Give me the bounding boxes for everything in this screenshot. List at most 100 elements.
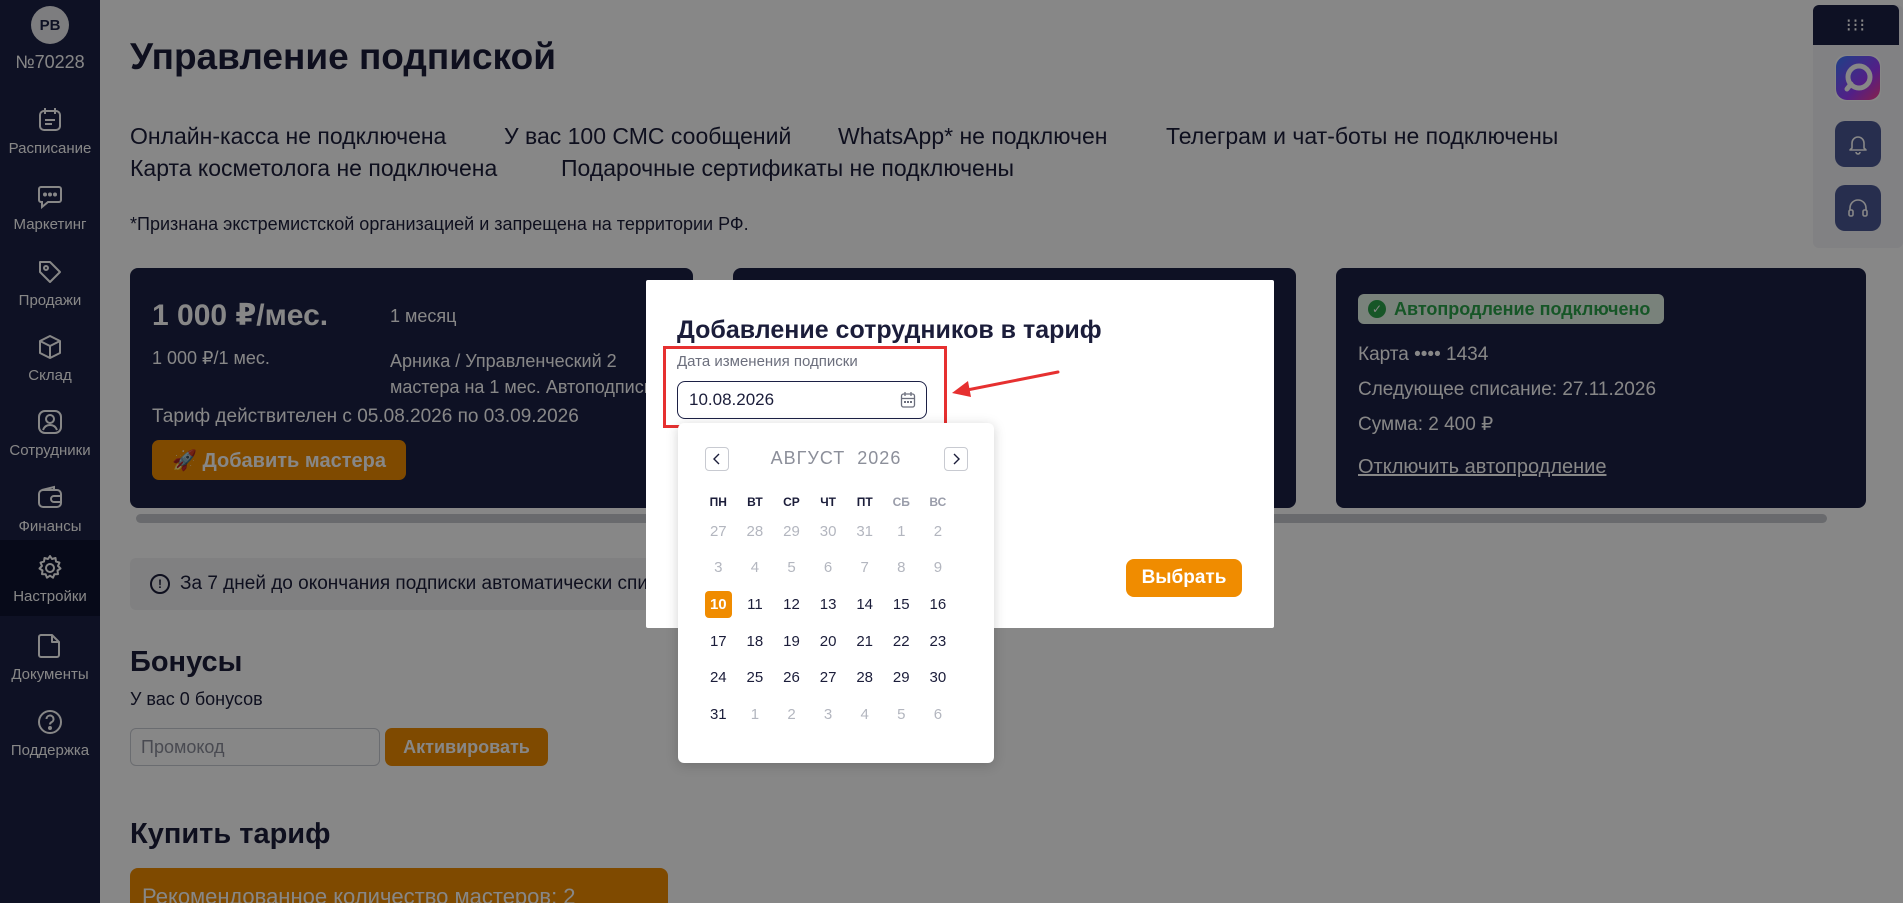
annotation-highlight-box [663,346,947,428]
calendar-day-label: 2 [933,522,943,540]
calendar-year: 2026 [857,448,902,468]
calendar-day-label: 4 [750,559,760,577]
calendar-weekday: ВС [929,495,947,509]
calendar-day-label: 4 [860,705,869,723]
next-month-button[interactable] [944,447,968,471]
calendar-day-label: 5 [787,559,796,577]
calendar-day-selected[interactable]: 10 [700,586,737,623]
calendar-day[interactable]: 30 [810,513,847,550]
calendar-day-label: 8 [897,559,906,577]
calendar-day-label: 30 [929,669,947,687]
calendar-weekday: СБ [892,495,910,509]
calendar-day-label: 30 [819,522,837,540]
calendar-day[interactable]: 11 [737,586,774,623]
calendar-day-label: 27 [819,669,837,687]
calendar-day-label: 3 [823,705,833,723]
calendar-day[interactable]: 29 [773,513,810,550]
calendar-day[interactable]: 5 [773,550,810,587]
calendar-day[interactable]: 1 [883,513,920,550]
calendar-day[interactable]: 31 [846,513,883,550]
calendar-day[interactable]: 21 [846,623,883,660]
calendar-month: АВГУСТ [770,448,846,468]
calendar-day[interactable]: 26 [773,659,810,696]
calendar-day-label: 27 [709,522,727,540]
calendar-day-label: 23 [929,632,947,650]
calendar-day[interactable]: 2 [773,696,810,733]
calendar-day[interactable]: 31 [700,696,737,733]
calendar-day-label: 2 [787,705,796,723]
calendar-day-label: 31 [856,522,874,540]
calendar-day-label: 1 [897,522,906,540]
calendar-day[interactable]: 3 [810,696,847,733]
calendar-day[interactable]: 27 [700,513,737,550]
calendar-day-label: 29 [892,669,910,687]
calendar-day[interactable]: 7 [846,550,883,587]
calendar-day[interactable]: 23 [920,623,957,660]
calendar-day[interactable]: 12 [773,586,810,623]
calendar-day-label: 29 [783,522,800,540]
calendar-day-label: 11 [747,595,763,613]
calendar-day[interactable]: 4 [737,550,774,587]
calendar-day[interactable]: 19 [773,623,810,660]
calendar-day-label: 6 [823,559,833,577]
calendar-day[interactable]: 24 [700,659,737,696]
calendar-day[interactable]: 28 [846,659,883,696]
calendar-day[interactable]: 6 [810,550,847,587]
calendar-day[interactable]: 1 [737,696,774,733]
calendar-weekday: ВТ [747,495,763,509]
calendar-day-label: 31 [709,705,727,723]
calendar-day[interactable]: 15 [883,586,920,623]
calendar-day-label: 9 [933,559,943,577]
calendar-day-label: 10 [704,590,732,618]
calendar-day[interactable]: 3 [700,550,737,587]
calendar-grid: ПН ВТ СР ЧТ ПТ СБ ВС 27 28 29 30 31 1 2 3 4 5 6 7 8 9 10 11 12 1… [700,473,974,733]
calendar-day-label: 24 [709,669,727,687]
calendar-day-label: 17 [709,632,727,650]
calendar-weekday: ЧТ [820,495,836,509]
calendar-day-label: 20 [819,632,837,650]
select-button[interactable]: Выбрать [1126,559,1242,597]
calendar-day[interactable]: 8 [883,550,920,587]
annotation-arrow-icon [952,370,1060,397]
calendar-day[interactable]: 27 [810,659,847,696]
calendar-day-label: 28 [856,669,874,687]
calendar-day[interactable]: 28 [737,513,774,550]
calendar-day[interactable]: 5 [883,696,920,733]
calendar-day-label: 19 [783,632,800,650]
calendar-day[interactable]: 17 [700,623,737,660]
calendar-day-label: 26 [783,669,800,687]
calendar-day[interactable]: 30 [920,659,957,696]
calendar-day-label: 5 [897,705,906,723]
calendar-day[interactable]: 6 [920,696,957,733]
calendar-day-label: 6 [933,705,943,723]
calendar-day[interactable]: 18 [737,623,774,660]
calendar-day-label: 7 [860,559,869,577]
calendar-day-label: 15 [892,595,910,613]
calendar-day[interactable]: 20 [810,623,847,660]
calendar-day[interactable]: 2 [920,513,957,550]
calendar-day-label: 3 [714,559,723,577]
date-picker: АВГУСТ 2026 ПН ВТ СР ЧТ ПТ СБ ВС 27 28 29 30 31 1 2 3 4… [678,423,994,763]
calendar-day[interactable]: 14 [846,586,883,623]
chevron-right-icon [953,453,960,465]
modal-title: Добавление сотрудников в тариф [677,316,1102,344]
previous-month-button[interactable] [705,447,729,471]
calendar-day[interactable]: 29 [883,659,920,696]
calendar-day-label: 22 [892,632,910,650]
calendar-day-label: 21 [856,632,874,650]
calendar-weekday: ПТ [856,495,873,509]
calendar-day-label: 25 [746,669,764,687]
calendar-day-label: 28 [746,522,764,540]
calendar-day[interactable]: 4 [846,696,883,733]
calendar-weekday: СР [783,495,800,509]
calendar-day-label: 14 [856,595,874,613]
calendar-day-label: 12 [783,595,800,613]
calendar-day-label: 13 [819,595,837,613]
calendar-day[interactable]: 22 [883,623,920,660]
calendar-day-label: 1 [750,705,760,723]
calendar-day[interactable]: 13 [810,586,847,623]
calendar-day[interactable]: 16 [920,586,957,623]
calendar-day[interactable]: 25 [737,659,774,696]
calendar-day[interactable]: 9 [920,550,957,587]
chevron-left-icon [713,453,720,465]
